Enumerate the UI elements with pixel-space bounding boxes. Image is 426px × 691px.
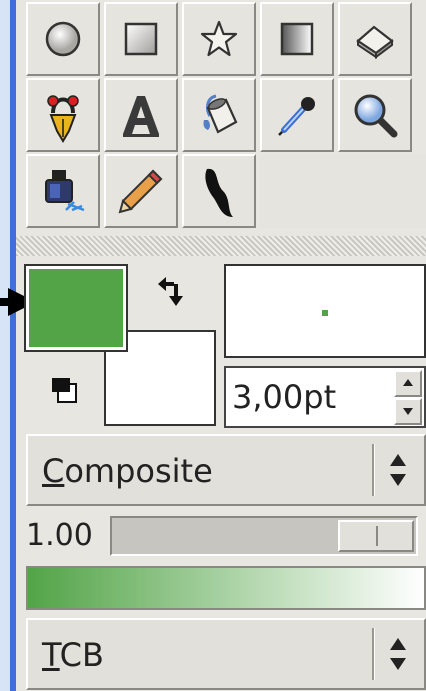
line-width-value[interactable]: 3,00pt — [232, 378, 336, 416]
default-colors-icon[interactable] — [48, 374, 82, 408]
color-picker-tool[interactable] — [260, 78, 334, 152]
composite-select[interactable]: Composite — [26, 434, 426, 506]
empty-tool-area — [260, 154, 426, 228]
gradient-tool[interactable] — [260, 2, 334, 76]
spin-down-button[interactable] — [394, 398, 422, 425]
circle-icon — [43, 19, 83, 59]
gradient-icon — [277, 19, 317, 59]
spin-up-button[interactable] — [394, 370, 422, 397]
bezier-tool[interactable] — [26, 78, 100, 152]
star-tool[interactable] — [182, 2, 256, 76]
chevron-updown-icon — [386, 634, 410, 678]
arrow-up-icon — [403, 379, 413, 386]
arrow-down-icon — [403, 408, 413, 415]
composite-label: Composite — [42, 452, 213, 490]
tcb-label: TCB — [42, 636, 104, 674]
text-A-icon — [119, 92, 163, 138]
magnifier-icon — [350, 90, 400, 140]
zoom-tool[interactable] — [338, 78, 412, 152]
line-preview-dot — [322, 310, 328, 316]
pencil-tool[interactable] — [104, 154, 178, 228]
swap-colors-icon[interactable] — [152, 274, 188, 310]
gradient-preview[interactable] — [26, 566, 426, 610]
eraser-icon — [352, 19, 398, 59]
opacity-value-label: 1.00 — [26, 518, 93, 553]
eraser-tool[interactable] — [338, 2, 412, 76]
foreground-color-swatch[interactable] — [24, 264, 128, 352]
chevron-updown-icon — [386, 450, 410, 494]
select-separator — [372, 444, 375, 496]
calligraphy-brush-icon — [197, 163, 241, 219]
calligraphy-tool[interactable] — [182, 154, 256, 228]
tcb-select[interactable]: TCB — [26, 618, 426, 690]
ellipse-tool[interactable] — [26, 2, 100, 76]
pencil-icon — [117, 167, 165, 215]
opacity-slider-handle[interactable] — [338, 520, 414, 552]
line-width-spinner[interactable]: 3,00pt — [224, 366, 426, 428]
line-preview[interactable] — [224, 264, 426, 358]
star-icon — [198, 18, 240, 60]
toolbox-divider — [16, 236, 426, 256]
bucket-fill-tool[interactable] — [182, 78, 256, 152]
rectangle-tool[interactable] — [104, 2, 178, 76]
square-icon — [121, 19, 161, 59]
text-tool[interactable] — [104, 78, 178, 152]
pen-nib-icon — [41, 87, 85, 143]
eyedropper-icon — [274, 92, 320, 138]
opacity-slider-track[interactable] — [110, 516, 418, 556]
ink-tool[interactable] — [26, 154, 100, 228]
ink-bottle-icon — [38, 166, 88, 216]
select-separator — [372, 628, 375, 680]
paint-bucket-icon — [196, 92, 242, 138]
